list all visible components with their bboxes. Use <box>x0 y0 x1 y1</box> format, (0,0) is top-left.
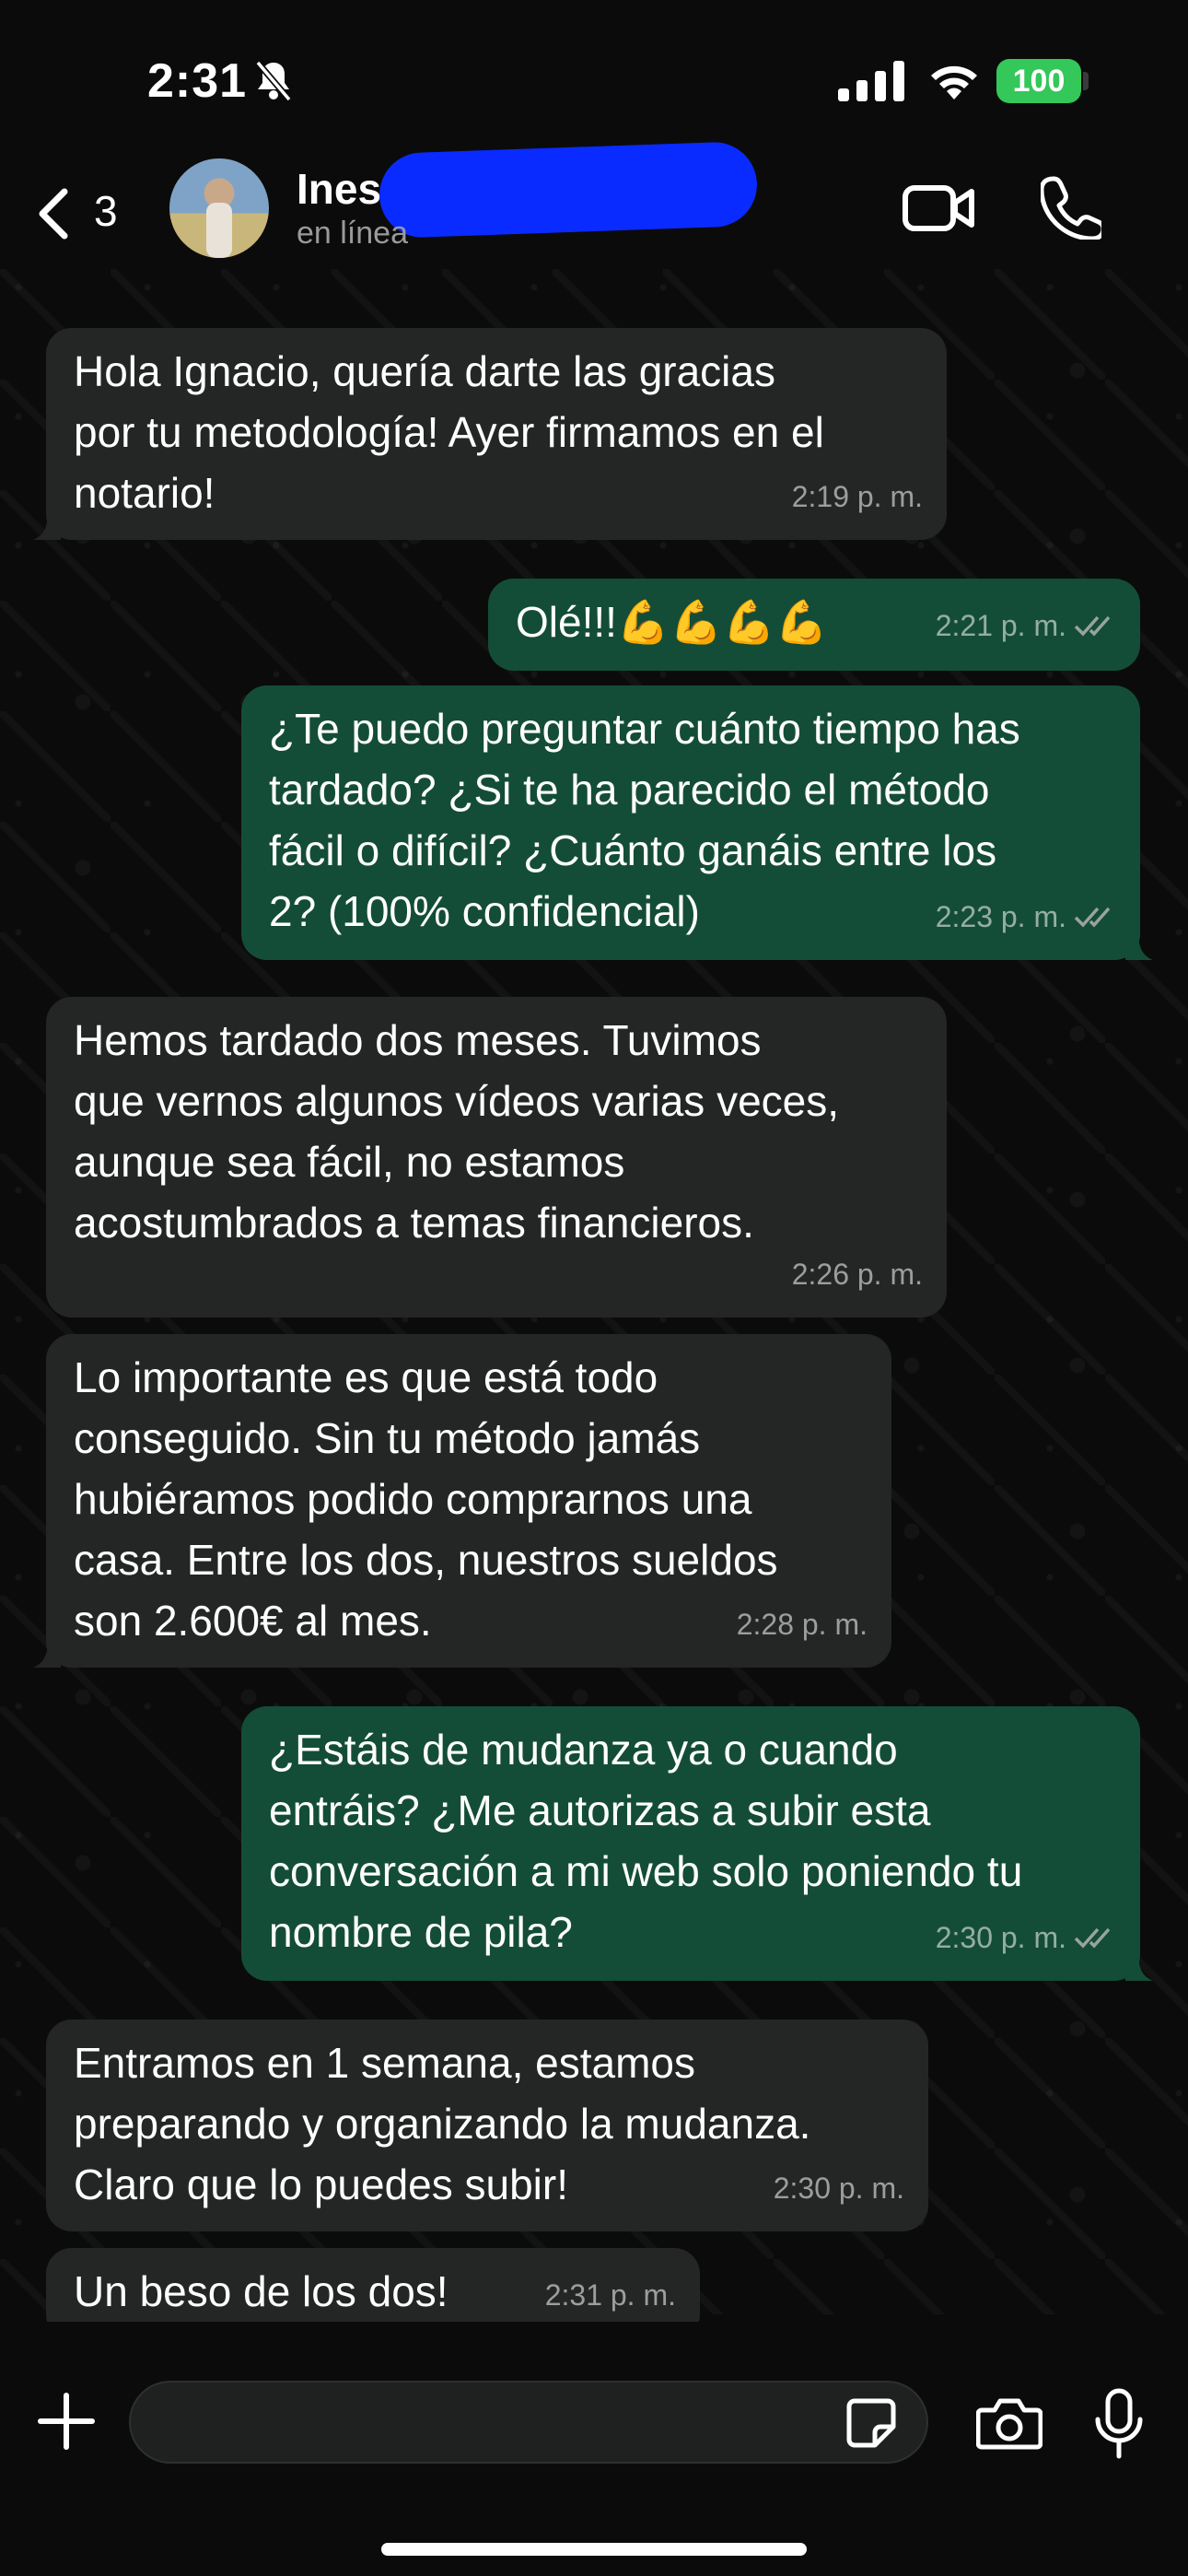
battery-indicator: 100 <box>996 59 1081 103</box>
status-time: 2:31 <box>147 54 248 108</box>
message-bubble-incoming[interactable]: Entramos en 1 semana, estamos preparando… <box>46 2020 928 2231</box>
microphone-icon[interactable] <box>1092 2388 1146 2460</box>
message-input[interactable] <box>129 2381 928 2464</box>
message-time: 2:19 p. m. <box>791 480 923 513</box>
avatar[interactable] <box>169 158 269 258</box>
bell-slash-icon <box>255 60 292 102</box>
compose-bar <box>0 2322 1188 2576</box>
message-time: 2:26 p. m. <box>791 1258 923 1291</box>
message-bubble-incoming[interactable]: Hemos tardado dos meses. Tuvimos que ver… <box>46 997 947 1317</box>
double-check-icon <box>1074 615 1111 637</box>
message-bubble-outgoing[interactable]: Olé!!!💪💪💪💪 2:21 p. m. <box>488 579 1140 671</box>
message-time: 2:30 p. m. <box>773 2172 904 2205</box>
bubble-tail <box>33 512 61 540</box>
wifi-icon <box>931 65 977 100</box>
bubble-tail <box>1125 932 1153 960</box>
message-time: 2:28 p. m. <box>736 1608 868 1641</box>
bubble-tail <box>33 1640 61 1668</box>
home-indicator[interactable] <box>381 2543 807 2556</box>
sticker-icon[interactable] <box>845 2397 897 2449</box>
redaction-mark <box>378 140 759 240</box>
message-time: 2:23 p. m. <box>935 900 1066 933</box>
camera-icon[interactable] <box>976 2395 1042 2451</box>
double-check-icon <box>1074 1927 1111 1949</box>
bubble-tail <box>1125 1953 1153 1981</box>
phone-call-icon[interactable] <box>1041 175 1101 240</box>
double-check-icon <box>1074 907 1111 928</box>
contact-status: en línea <box>297 216 408 251</box>
message-time: 2:31 p. m. <box>544 2278 676 2312</box>
chat-header: 3 Ines en línea <box>0 140 1188 269</box>
plus-icon[interactable] <box>37 2392 96 2451</box>
battery-tip <box>1083 72 1089 90</box>
video-call-icon[interactable] <box>903 179 976 238</box>
unread-count[interactable]: 3 <box>94 186 118 236</box>
status-bar: 2:31 100 <box>0 0 1188 147</box>
contact-name[interactable]: Ines <box>297 164 381 214</box>
message-text: Hemos tardado dos meses. Tuvimos que ver… <box>74 1016 840 1247</box>
message-bubble-outgoing[interactable]: ¿Estáis de mudanza ya o cuando entráis? … <box>241 1706 1153 1981</box>
message-time: 2:21 p. m. <box>935 609 1066 642</box>
back-chevron-icon[interactable] <box>31 186 77 241</box>
message-bubble-incoming[interactable]: Hola Ignacio, quería darte las gracias p… <box>33 328 947 540</box>
signal-icon <box>838 61 904 101</box>
message-bubble-outgoing[interactable]: ¿Te puedo preguntar cuánto tiempo has ta… <box>241 685 1153 960</box>
message-time: 2:30 p. m. <box>935 1921 1066 1954</box>
message-bubble-incoming[interactable]: Lo importante es que está todo conseguid… <box>33 1334 891 1668</box>
